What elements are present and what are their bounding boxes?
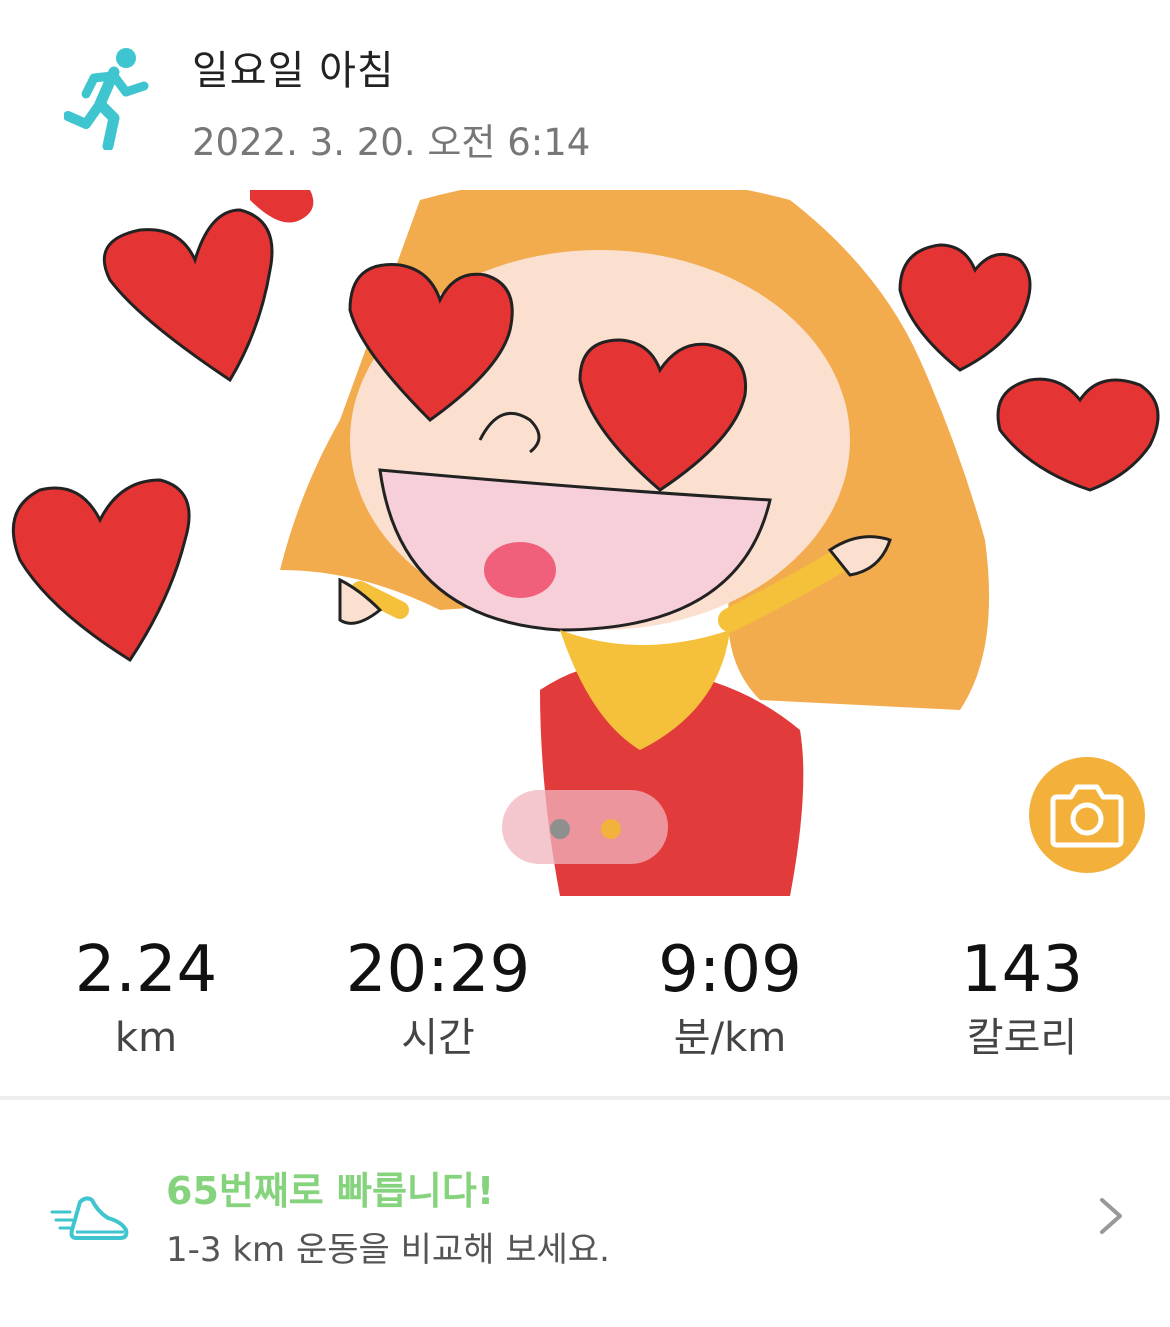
- camera-icon: [1050, 784, 1124, 848]
- running-person-icon: [64, 48, 149, 150]
- running-shoe-icon: [50, 1196, 129, 1240]
- pager-dot-1[interactable]: [550, 819, 570, 839]
- stat-calories-value: 143: [960, 933, 1084, 1007]
- stat-duration-value: 20:29: [345, 933, 531, 1007]
- stat-calories: 143 칼로리: [876, 930, 1168, 1064]
- stat-pace-unit: 분/km: [673, 1015, 787, 1061]
- camera-button[interactable]: [1029, 757, 1145, 873]
- stat-pace: 9:09 분/km: [584, 930, 876, 1064]
- stat-distance-unit: km: [114, 1015, 178, 1061]
- stat-distance-value: 2.24: [74, 933, 218, 1007]
- pager-dot-2-active[interactable]: [601, 819, 621, 839]
- workout-stats: 2.24 km 20:29 시간 9:09 분/km 143 칼로리: [0, 930, 1170, 1080]
- workout-datetime: 2022. 3. 20. 오전 6:14: [192, 121, 591, 164]
- stat-duration-unit: 시간: [401, 1015, 475, 1061]
- stat-pace-value: 9:09: [658, 933, 802, 1007]
- comparison-rank[interactable]: 65번째로 빠릅니다!: [166, 1160, 494, 1215]
- workout-header: 일요일 아침 2022. 3. 20. 오전 6:14: [0, 0, 1170, 190]
- stat-distance: 2.24 km: [0, 930, 292, 1064]
- comparison-subtitle[interactable]: 1-3 km 운동을 비교해 보세요.: [166, 1222, 610, 1271]
- workout-title: 일요일 아침: [192, 48, 395, 94]
- image-pager[interactable]: [502, 790, 668, 864]
- stat-calories-unit: 칼로리: [966, 1015, 1078, 1061]
- stat-duration: 20:29 시간: [292, 930, 584, 1064]
- chevron-right-icon[interactable]: [1096, 1196, 1126, 1236]
